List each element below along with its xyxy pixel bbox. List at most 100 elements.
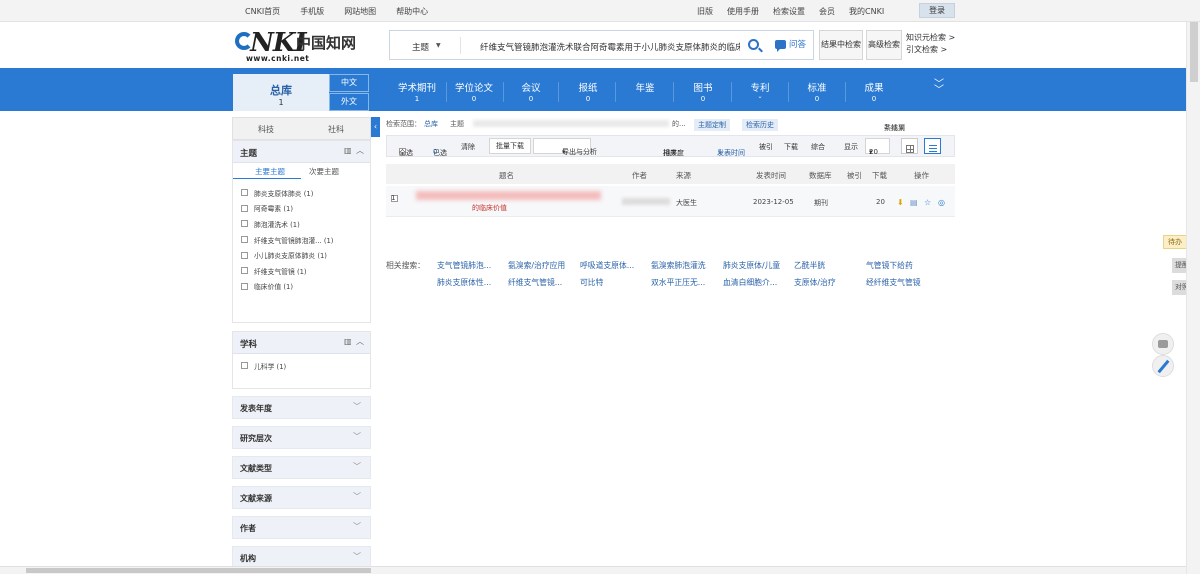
facet-doc-type[interactable]: 文献类型 ﹀ xyxy=(232,455,371,479)
tab-achievements[interactable]: 成果 0 xyxy=(859,80,889,103)
list-item[interactable]: 小儿肺炎支原体肺炎 (1) xyxy=(241,247,370,263)
tab-newspapers[interactable]: 报纸 0 xyxy=(573,80,603,103)
related-link[interactable]: 可比特 xyxy=(580,277,603,288)
topic-custom-button[interactable]: 主题定制 xyxy=(694,119,730,131)
list-item[interactable]: 肺泡灌洗术 (1) xyxy=(241,216,370,232)
batch-download-button[interactable]: 批量下载 xyxy=(489,138,531,154)
facet-topic-header[interactable]: 主题 ▥ ︿ xyxy=(233,141,370,163)
related-link[interactable]: 支气管镜肺泡... xyxy=(437,260,491,271)
link-mobile[interactable]: 手机版 xyxy=(300,6,324,17)
checkbox[interactable] xyxy=(241,282,248,290)
related-link[interactable]: 呼吸道支原体... xyxy=(580,260,634,271)
related-link[interactable]: 血清白细胞介... xyxy=(723,277,777,288)
caret-down-icon[interactable]: ▼ xyxy=(436,42,441,49)
link-my-cnki[interactable]: 我的CNKI xyxy=(849,6,884,17)
link-manual[interactable]: 使用手册 xyxy=(727,6,759,17)
page-size-select[interactable]: 20 ▾ xyxy=(865,138,890,156)
checkbox[interactable] xyxy=(241,220,248,228)
chart-icon[interactable]: ▥ xyxy=(344,337,352,346)
feedback-button[interactable] xyxy=(1152,333,1174,355)
list-view-button[interactable] xyxy=(924,138,941,154)
download-icon[interactable]: ⬇ xyxy=(897,198,904,207)
facet-source[interactable]: 文献来源 ﹀ xyxy=(232,485,371,509)
sort-cited[interactable]: 被引 xyxy=(759,142,773,152)
facet-year[interactable]: 发表年度 ﹀ xyxy=(232,395,371,419)
knowledge-search-link[interactable]: 知识元检索 > xyxy=(906,32,955,44)
chevron-up-icon[interactable]: ︿ xyxy=(356,145,364,156)
link-member[interactable]: 会员 xyxy=(819,6,835,17)
favorite-star-icon[interactable]: ☆ xyxy=(924,198,931,207)
list-item[interactable]: 纤维支气管镜 (1) xyxy=(241,263,370,279)
list-item[interactable]: 临床价值 (1) xyxy=(241,279,370,295)
related-link[interactable]: 氨溴索肺泡灌洗 xyxy=(651,260,706,271)
tab-conferences[interactable]: 会议 0 xyxy=(516,80,546,103)
login-button[interactable]: 登录 xyxy=(919,3,955,18)
sort-comprehensive[interactable]: 综合 xyxy=(811,142,825,152)
search-field-select[interactable]: 主题 xyxy=(412,41,429,53)
tab-theses[interactable]: 学位论文 0 xyxy=(453,80,495,103)
related-link[interactable]: 肺炎支原体性... xyxy=(437,277,491,288)
search-icon[interactable] xyxy=(748,39,759,50)
facet-subject-header[interactable]: 学科 ▥ ︿ xyxy=(233,332,370,355)
facet-author[interactable]: 作者 ﹀ xyxy=(232,515,371,539)
scroll-thumb[interactable] xyxy=(1190,22,1198,82)
scroll-thumb[interactable] xyxy=(26,568,371,573)
link-cnki-home[interactable]: CNKI首页 xyxy=(245,6,280,17)
tab-science[interactable]: 科技 xyxy=(258,124,274,135)
list-item[interactable]: 肺炎支原体肺炎 (1) xyxy=(241,185,370,201)
checkbox[interactable] xyxy=(241,267,248,275)
tab-yearbooks[interactable]: 年鉴 xyxy=(630,80,660,95)
related-link[interactable]: 乙酰半胱 xyxy=(794,260,825,271)
edit-button[interactable] xyxy=(1152,355,1174,377)
tab-patents[interactable]: 专利 ⌄ xyxy=(745,80,775,100)
list-item[interactable]: 阿奇霉素 (1) xyxy=(241,201,370,217)
checkbox[interactable] xyxy=(241,362,248,370)
link-sitemap[interactable]: 网站地图 xyxy=(344,6,376,17)
link-old-version[interactable]: 旧版 xyxy=(697,6,713,17)
result-title[interactable]: 的临床价值 xyxy=(472,203,507,213)
list-item[interactable]: 纤维支气管镜肺泡灌... (1) xyxy=(241,232,370,248)
ask-button[interactable]: 问答 xyxy=(775,38,806,52)
sort-download[interactable]: 下载 xyxy=(784,142,798,152)
lang-chinese-button[interactable]: 中文 xyxy=(329,74,369,92)
related-link[interactable]: 经纤维支气管镜 xyxy=(866,277,921,288)
link-help[interactable]: 帮助中心 xyxy=(396,6,428,17)
chart-icon[interactable]: ▥ xyxy=(344,146,352,155)
tab-social-science[interactable]: 社科 xyxy=(328,124,344,135)
related-link[interactable]: 气管镜下给药 xyxy=(866,260,913,271)
link-search-settings[interactable]: 检索设置 xyxy=(773,6,805,17)
citation-search-link[interactable]: 引文检索 > xyxy=(906,44,955,56)
list-item[interactable]: 儿科学 (1) xyxy=(241,358,370,374)
tab-books[interactable]: 图书 0 xyxy=(688,80,718,103)
export-analysis-button[interactable]: 导出与分析 ▾ xyxy=(533,138,597,156)
search-in-results-button[interactable]: 结果中检索 xyxy=(819,30,863,60)
search-input[interactable]: 纤维支气管镜肺泡灌洗术联合阿奇霉素用于小儿肺炎支原体肺炎的临床 xyxy=(480,41,740,53)
related-link[interactable]: 肺炎支原体/儿童 xyxy=(723,260,780,271)
checkbox[interactable] xyxy=(241,189,248,197)
collapse-sidebar-icon[interactable]: ‹ xyxy=(371,117,380,137)
related-link[interactable]: 双水平正压无... xyxy=(651,277,705,288)
checkbox[interactable] xyxy=(241,204,248,212)
facet-research-level[interactable]: 研究层次 ﹀ xyxy=(232,425,371,449)
subtab-main-topic[interactable]: 主要主题 xyxy=(255,166,285,177)
search-history-button[interactable]: 检索历史 xyxy=(742,119,778,131)
checkbox[interactable] xyxy=(241,251,248,259)
cite-icon[interactable]: ◎ xyxy=(938,198,945,207)
advanced-search-button[interactable]: 高级检索 xyxy=(866,30,902,60)
sort-relevance[interactable]: 相关度 xyxy=(663,148,684,158)
chevron-up-icon[interactable]: ︿ xyxy=(356,336,364,347)
grid-view-button[interactable] xyxy=(901,138,918,154)
vertical-scrollbar[interactable] xyxy=(1186,22,1200,574)
horizontal-scrollbar[interactable] xyxy=(0,566,1186,574)
result-source[interactable]: 大医生 xyxy=(676,198,697,208)
clear-button[interactable]: 清除 xyxy=(461,142,475,152)
scope-db[interactable]: 总库 xyxy=(424,119,438,129)
related-link[interactable]: 纤维支气管镜... xyxy=(508,277,562,288)
related-link[interactable]: 支原体/治疗 xyxy=(794,277,836,288)
tab-journals[interactable]: 学术期刊 1 xyxy=(396,80,438,103)
table-row[interactable]: 1 的临床价值 大医生 2023-12-05 期刊 20 ⬇ ▤ ☆ ◎ xyxy=(386,186,955,217)
cnki-logo[interactable]: NKI 中国知网 www.cnki.net xyxy=(234,28,374,63)
subtab-secondary-topic[interactable]: 次要主题 xyxy=(309,166,339,177)
tab-total-database[interactable]: 总库 1 xyxy=(233,74,329,111)
lang-foreign-button[interactable]: 外文 xyxy=(329,93,369,111)
